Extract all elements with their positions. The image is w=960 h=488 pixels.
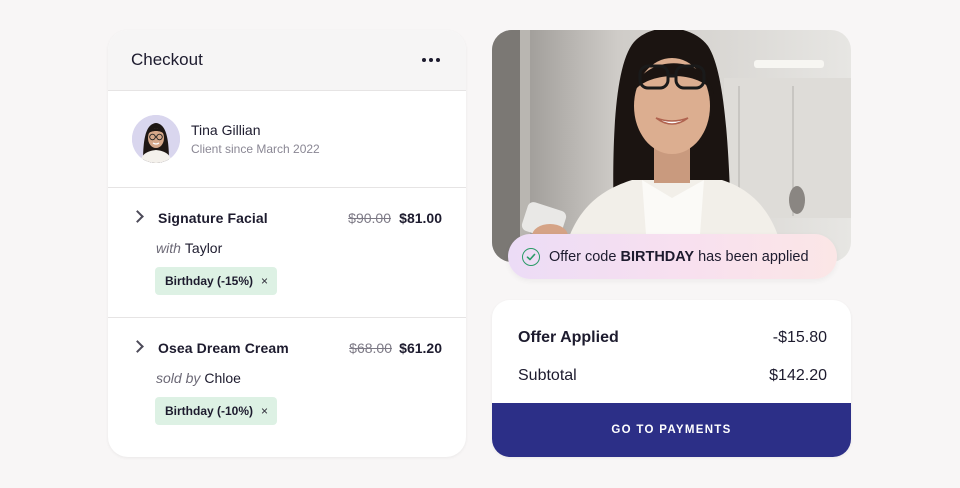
go-to-payments-button[interactable]: GO TO PAYMENTS <box>492 403 851 457</box>
subtotal-row: Subtotal $142.20 <box>518 367 827 385</box>
check-circle-icon <box>522 247 540 266</box>
line-item: Signature Facial $90.00 $81.00 with Taylo… <box>108 188 466 318</box>
offer-applied-toast: Offer code BIRTHDAY has been applied <box>508 234 837 279</box>
avatar <box>132 115 180 163</box>
client-name: Tina Gillian <box>191 122 261 138</box>
staff-prefix: with <box>156 240 181 256</box>
staff-name: Taylor <box>184 240 223 256</box>
remove-discount-icon[interactable]: × <box>261 404 268 418</box>
item-name: Signature Facial <box>158 210 268 226</box>
subtotal-label: Subtotal <box>518 367 577 384</box>
staff-prefix: sold by <box>156 370 201 386</box>
chevron-right-icon[interactable] <box>131 340 144 353</box>
offer-applied-row: Offer Applied -$15.80 <box>518 329 827 347</box>
toast-message: Offer code BIRTHDAY has been applied <box>549 248 809 265</box>
offer-code: BIRTHDAY <box>620 248 695 265</box>
checkout-header: Checkout <box>108 30 466 91</box>
discount-chip: Birthday (-15%) × <box>155 267 278 295</box>
client-since: Client since March 2022 <box>191 142 320 156</box>
checkout-card: Checkout Tina Gillian Client since March… <box>108 30 466 457</box>
order-summary: Offer Applied -$15.80 Subtotal $142.20 G… <box>492 300 851 457</box>
item-old-price: $90.00 <box>348 210 391 226</box>
offer-label: Offer Applied <box>518 329 619 346</box>
item-old-price: $68.00 <box>349 340 392 356</box>
discount-label: Birthday (-10%) <box>165 404 254 418</box>
staff-name: Chloe <box>204 370 241 386</box>
offer-value: -$15.80 <box>772 329 827 346</box>
item-staff: sold by Chloe <box>156 370 241 386</box>
item-new-price: $81.00 <box>399 210 442 226</box>
discount-label: Birthday (-15%) <box>165 274 254 288</box>
item-staff: with Taylor <box>156 240 222 256</box>
item-name: Osea Dream Cream <box>158 340 289 356</box>
line-item: Osea Dream Cream $68.00 $61.20 sold by Ch… <box>108 318 466 456</box>
chevron-right-icon[interactable] <box>131 210 144 223</box>
item-new-price: $61.20 <box>399 340 442 356</box>
more-options-icon[interactable] <box>418 54 444 66</box>
discount-chip: Birthday (-10%) × <box>155 397 278 425</box>
client-info[interactable]: Tina Gillian Client since March 2022 <box>108 91 466 188</box>
remove-discount-icon[interactable]: × <box>261 274 268 288</box>
page-title: Checkout <box>131 50 203 69</box>
subtotal-value: $142.20 <box>769 367 827 384</box>
customer-photo <box>492 30 851 262</box>
